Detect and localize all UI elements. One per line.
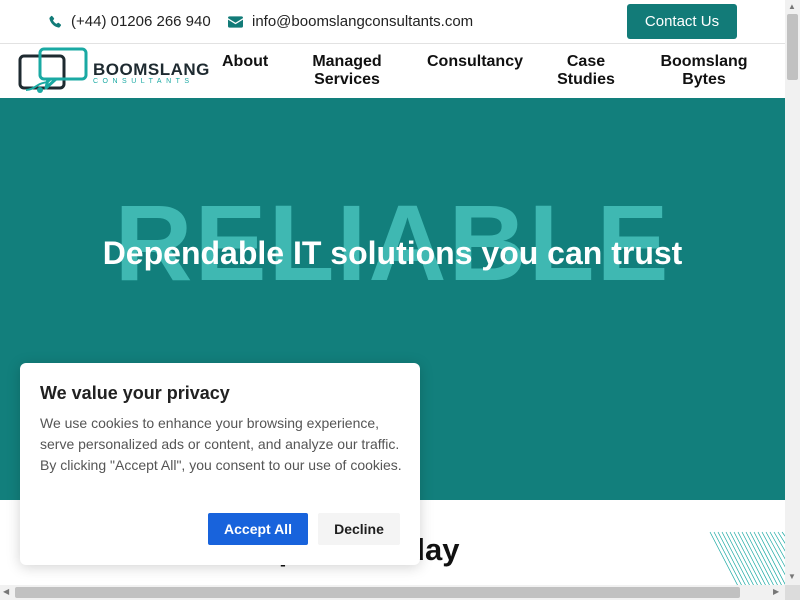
logo-mark-icon — [18, 47, 88, 93]
scroll-down-arrow-icon[interactable]: ▼ — [788, 573, 796, 581]
nav-case-line1: Case — [566, 53, 606, 70]
cookie-title: We value your privacy — [40, 383, 230, 403]
scrollbar-corner — [785, 585, 800, 600]
cookie-description: We use cookies to enhance your browsing … — [40, 415, 402, 473]
phone-number: (+44) 01206 266 940 — [71, 13, 211, 30]
phone-contact[interactable]: (+44) 01206 266 940 — [48, 13, 211, 30]
email-contact[interactable]: info@boomslangconsultants.com — [228, 13, 473, 30]
hero-title: Dependable IT solutions you can trust — [102, 235, 683, 271]
nav-case-studies[interactable]: Case Studies — [552, 53, 620, 89]
decorative-lines-graphic — [709, 531, 785, 585]
nav-about[interactable]: About — [222, 53, 270, 71]
horizontal-scrollbar[interactable]: ◀ ▶ — [0, 585, 785, 600]
accept-all-button[interactable]: Accept All — [208, 513, 308, 545]
nav-case-line2: Studies — [557, 71, 615, 88]
scroll-right-arrow-icon[interactable]: ▶ — [773, 588, 779, 596]
main-navigation: BOOMSLANG CONSULTANTS About Managed Serv… — [0, 44, 785, 98]
vertical-scroll-thumb[interactable] — [787, 14, 798, 80]
nav-bytes-line2: Bytes — [682, 71, 726, 88]
phone-icon — [49, 15, 62, 28]
vertical-scrollbar[interactable]: ▲ ▼ — [785, 0, 800, 585]
envelope-icon — [228, 15, 243, 28]
logo-wordmark: BOOMSLANG — [93, 60, 210, 79]
nav-managed-line2: Services — [314, 71, 380, 88]
horizontal-scroll-thumb[interactable] — [15, 587, 740, 598]
boomslang-logo[interactable]: BOOMSLANG CONSULTANTS — [18, 46, 210, 94]
nav-boomslang-bytes[interactable]: Boomslang Bytes — [654, 53, 754, 89]
top-contact-bar: (+44) 01206 266 940 info@boomslangconsul… — [0, 0, 785, 44]
decline-button[interactable]: Decline — [318, 513, 400, 545]
scroll-left-arrow-icon[interactable]: ◀ — [3, 588, 9, 596]
nav-bytes-line1: Boomslang — [660, 53, 748, 70]
contact-us-button[interactable]: Contact Us — [627, 4, 737, 39]
nav-managed-line1: Managed — [312, 53, 382, 70]
logo-tagline: CONSULTANTS — [93, 78, 194, 85]
nav-consultancy-label: Consultancy — [426, 53, 523, 70]
page-viewport: (+44) 01206 266 940 info@boomslangconsul… — [0, 0, 785, 585]
nav-managed-services[interactable]: Managed Services — [305, 53, 389, 89]
nav-about-label: About — [222, 53, 269, 70]
cookie-consent-dialog: We value your privacy We use cookies to … — [20, 363, 420, 565]
scroll-up-arrow-icon[interactable]: ▲ — [788, 3, 796, 11]
email-address: info@boomslangconsultants.com — [252, 13, 474, 30]
nav-consultancy[interactable]: Consultancy — [424, 53, 526, 71]
